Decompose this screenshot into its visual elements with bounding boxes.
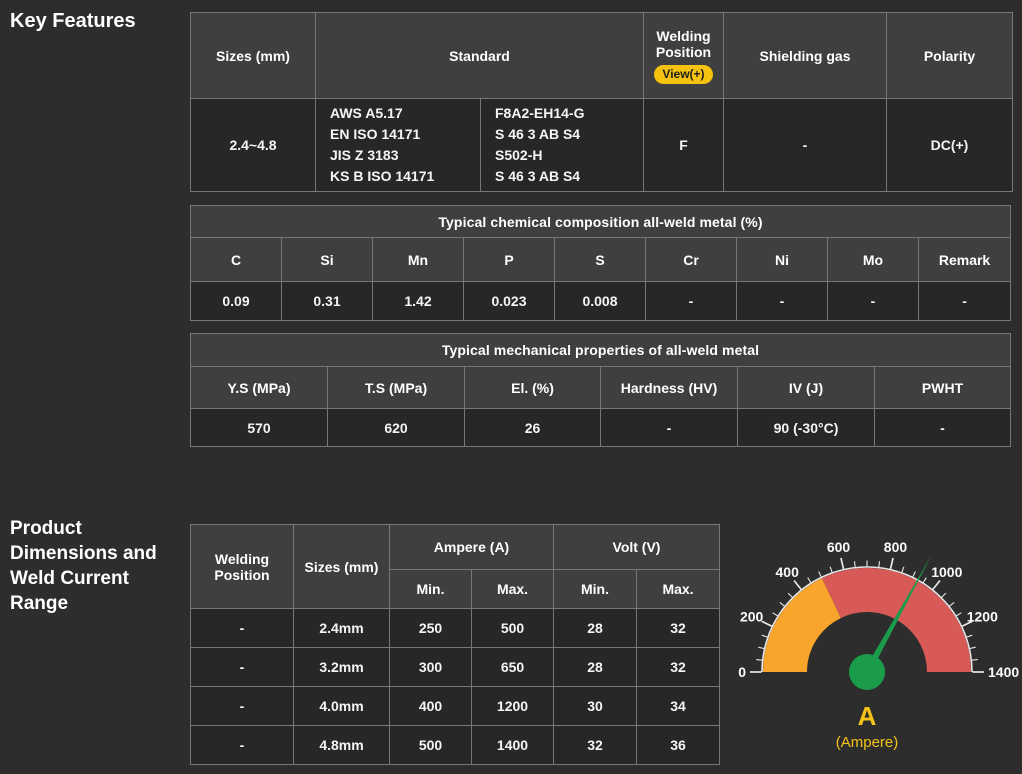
amp-max-cell: 500 xyxy=(472,609,554,648)
amp-max-cell: 650 xyxy=(472,648,554,687)
mech-header-cell: T.S (MPa) xyxy=(328,367,465,409)
amp-max-cell: 1400 xyxy=(472,726,554,765)
amp-min-cell: 300 xyxy=(390,648,472,687)
spec-header-welding-position: Welding Position View(+) xyxy=(644,13,724,99)
amp-min-cell: 250 xyxy=(390,609,472,648)
current-header-amp-max: Max. xyxy=(472,570,554,609)
amp-min-cell: 400 xyxy=(390,687,472,726)
current-header-ampere: Ampere (A) xyxy=(390,525,554,570)
mech-header-cell: El. (%) xyxy=(465,367,601,409)
table-row: - 3.2mm 300 650 28 32 xyxy=(191,648,720,687)
chem-value-cell: - xyxy=(828,282,919,321)
svg-text:200: 200 xyxy=(740,608,764,624)
ampere-gauge: 0 200 400 600 800 1000 1200 1400 A (Ampere) xyxy=(708,526,1022,774)
chem-value-cell: - xyxy=(646,282,737,321)
svg-text:1200: 1200 xyxy=(967,608,998,624)
spec-standard-classes: F8A2-EH14-G S 46 3 AB S4 S502-H S 46 3 A… xyxy=(481,99,644,192)
product-dimensions-heading: Product Dimensions and Weld Current Rang… xyxy=(10,516,178,616)
svg-text:800: 800 xyxy=(884,539,908,555)
volt-min-cell: 30 xyxy=(554,687,637,726)
chemical-composition-table: Typical chemical composition all-weld me… xyxy=(190,205,1011,321)
mech-header-cell: IV (J) xyxy=(738,367,875,409)
current-range-table: Welding Position Sizes (mm) Ampere (A) V… xyxy=(190,524,720,765)
mech-value-cell: 26 xyxy=(465,409,601,447)
chem-value-cell: - xyxy=(737,282,828,321)
table-row: - 4.0mm 400 1200 30 34 xyxy=(191,687,720,726)
spec-shielding-gas-value: - xyxy=(724,99,887,192)
size-cell: 4.0mm xyxy=(294,687,390,726)
spec-polarity-value: DC(+) xyxy=(887,99,1013,192)
chem-header-cell: Remark xyxy=(919,238,1011,282)
ampere-gauge-svg: 0 200 400 600 800 1000 1200 1400 A (Ampere) xyxy=(708,526,1022,774)
spec-welding-position-value: F xyxy=(644,99,724,192)
current-header-volt: Volt (V) xyxy=(554,525,720,570)
svg-text:1400: 1400 xyxy=(988,664,1019,680)
chem-header-cell: Ni xyxy=(737,238,828,282)
spec-header-shielding-gas: Shielding gas xyxy=(724,13,887,99)
position-cell: - xyxy=(191,687,294,726)
chem-value-cell: 0.023 xyxy=(464,282,555,321)
chem-header-cell: Cr xyxy=(646,238,737,282)
mech-value-cell: 90 (-30°C) xyxy=(738,409,875,447)
welding-position-label: Welding Position xyxy=(656,28,711,60)
spec-table: Sizes (mm) Standard Welding Position Vie… xyxy=(190,12,1013,192)
current-header-amp-min: Min. xyxy=(390,570,472,609)
chem-header-cell: Mn xyxy=(373,238,464,282)
chem-value-cell: 0.008 xyxy=(555,282,646,321)
position-cell: - xyxy=(191,609,294,648)
chem-value-cell: 1.42 xyxy=(373,282,464,321)
mech-value-cell: - xyxy=(601,409,738,447)
chem-value-cell: 0.09 xyxy=(191,282,282,321)
position-cell: - xyxy=(191,726,294,765)
volt-min-cell: 28 xyxy=(554,648,637,687)
spec-header-standard: Standard xyxy=(316,13,644,99)
size-cell: 3.2mm xyxy=(294,648,390,687)
spec-header-polarity: Polarity xyxy=(887,13,1013,99)
svg-text:1000: 1000 xyxy=(931,564,962,580)
size-cell: 2.4mm xyxy=(294,609,390,648)
svg-text:A: A xyxy=(858,701,877,731)
chem-table-title: Typical chemical composition all-weld me… xyxy=(191,206,1011,238)
current-header-sizes: Sizes (mm) xyxy=(294,525,390,609)
svg-text:600: 600 xyxy=(827,539,851,555)
chem-value-cell: - xyxy=(919,282,1011,321)
svg-text:(Ampere): (Ampere) xyxy=(836,734,899,751)
svg-text:0: 0 xyxy=(738,664,746,680)
view-plus-button[interactable]: View(+) xyxy=(654,65,712,84)
chem-header-cell: C xyxy=(191,238,282,282)
spec-header-sizes: Sizes (mm) xyxy=(191,13,316,99)
mechanical-properties-table: Typical mechanical properties of all-wel… xyxy=(190,333,1011,447)
position-cell: - xyxy=(191,648,294,687)
amp-max-cell: 1200 xyxy=(472,687,554,726)
mech-value-cell: 620 xyxy=(328,409,465,447)
product-spec-page: Key Features Sizes (mm) Standard Welding… xyxy=(0,0,1022,774)
size-cell: 4.8mm xyxy=(294,726,390,765)
spec-standard-specs: AWS A5.17 EN ISO 14171 JIS Z 3183 KS B I… xyxy=(316,99,481,192)
amp-min-cell: 500 xyxy=(390,726,472,765)
volt-min-cell: 28 xyxy=(554,609,637,648)
chem-header-cell: Si xyxy=(282,238,373,282)
table-row: - 2.4mm 250 500 28 32 xyxy=(191,609,720,648)
chem-value-cell: 0.31 xyxy=(282,282,373,321)
chem-header-cell: S xyxy=(555,238,646,282)
current-header-volt-min: Min. xyxy=(554,570,637,609)
mech-value-cell: - xyxy=(875,409,1011,447)
volt-min-cell: 32 xyxy=(554,726,637,765)
chem-header-cell: Mo xyxy=(828,238,919,282)
mech-value-cell: 570 xyxy=(191,409,328,447)
table-row: - 4.8mm 500 1400 32 36 xyxy=(191,726,720,765)
current-header-welding-position: Welding Position xyxy=(191,525,294,609)
mech-header-cell: Hardness (HV) xyxy=(601,367,738,409)
svg-text:400: 400 xyxy=(776,564,800,580)
chem-header-cell: P xyxy=(464,238,555,282)
mech-header-cell: PWHT xyxy=(875,367,1011,409)
key-features-heading: Key Features xyxy=(10,10,136,33)
spec-sizes-value: 2.4~4.8 xyxy=(191,99,316,192)
mech-header-cell: Y.S (MPa) xyxy=(191,367,328,409)
mech-table-title: Typical mechanical properties of all-wel… xyxy=(191,334,1011,367)
